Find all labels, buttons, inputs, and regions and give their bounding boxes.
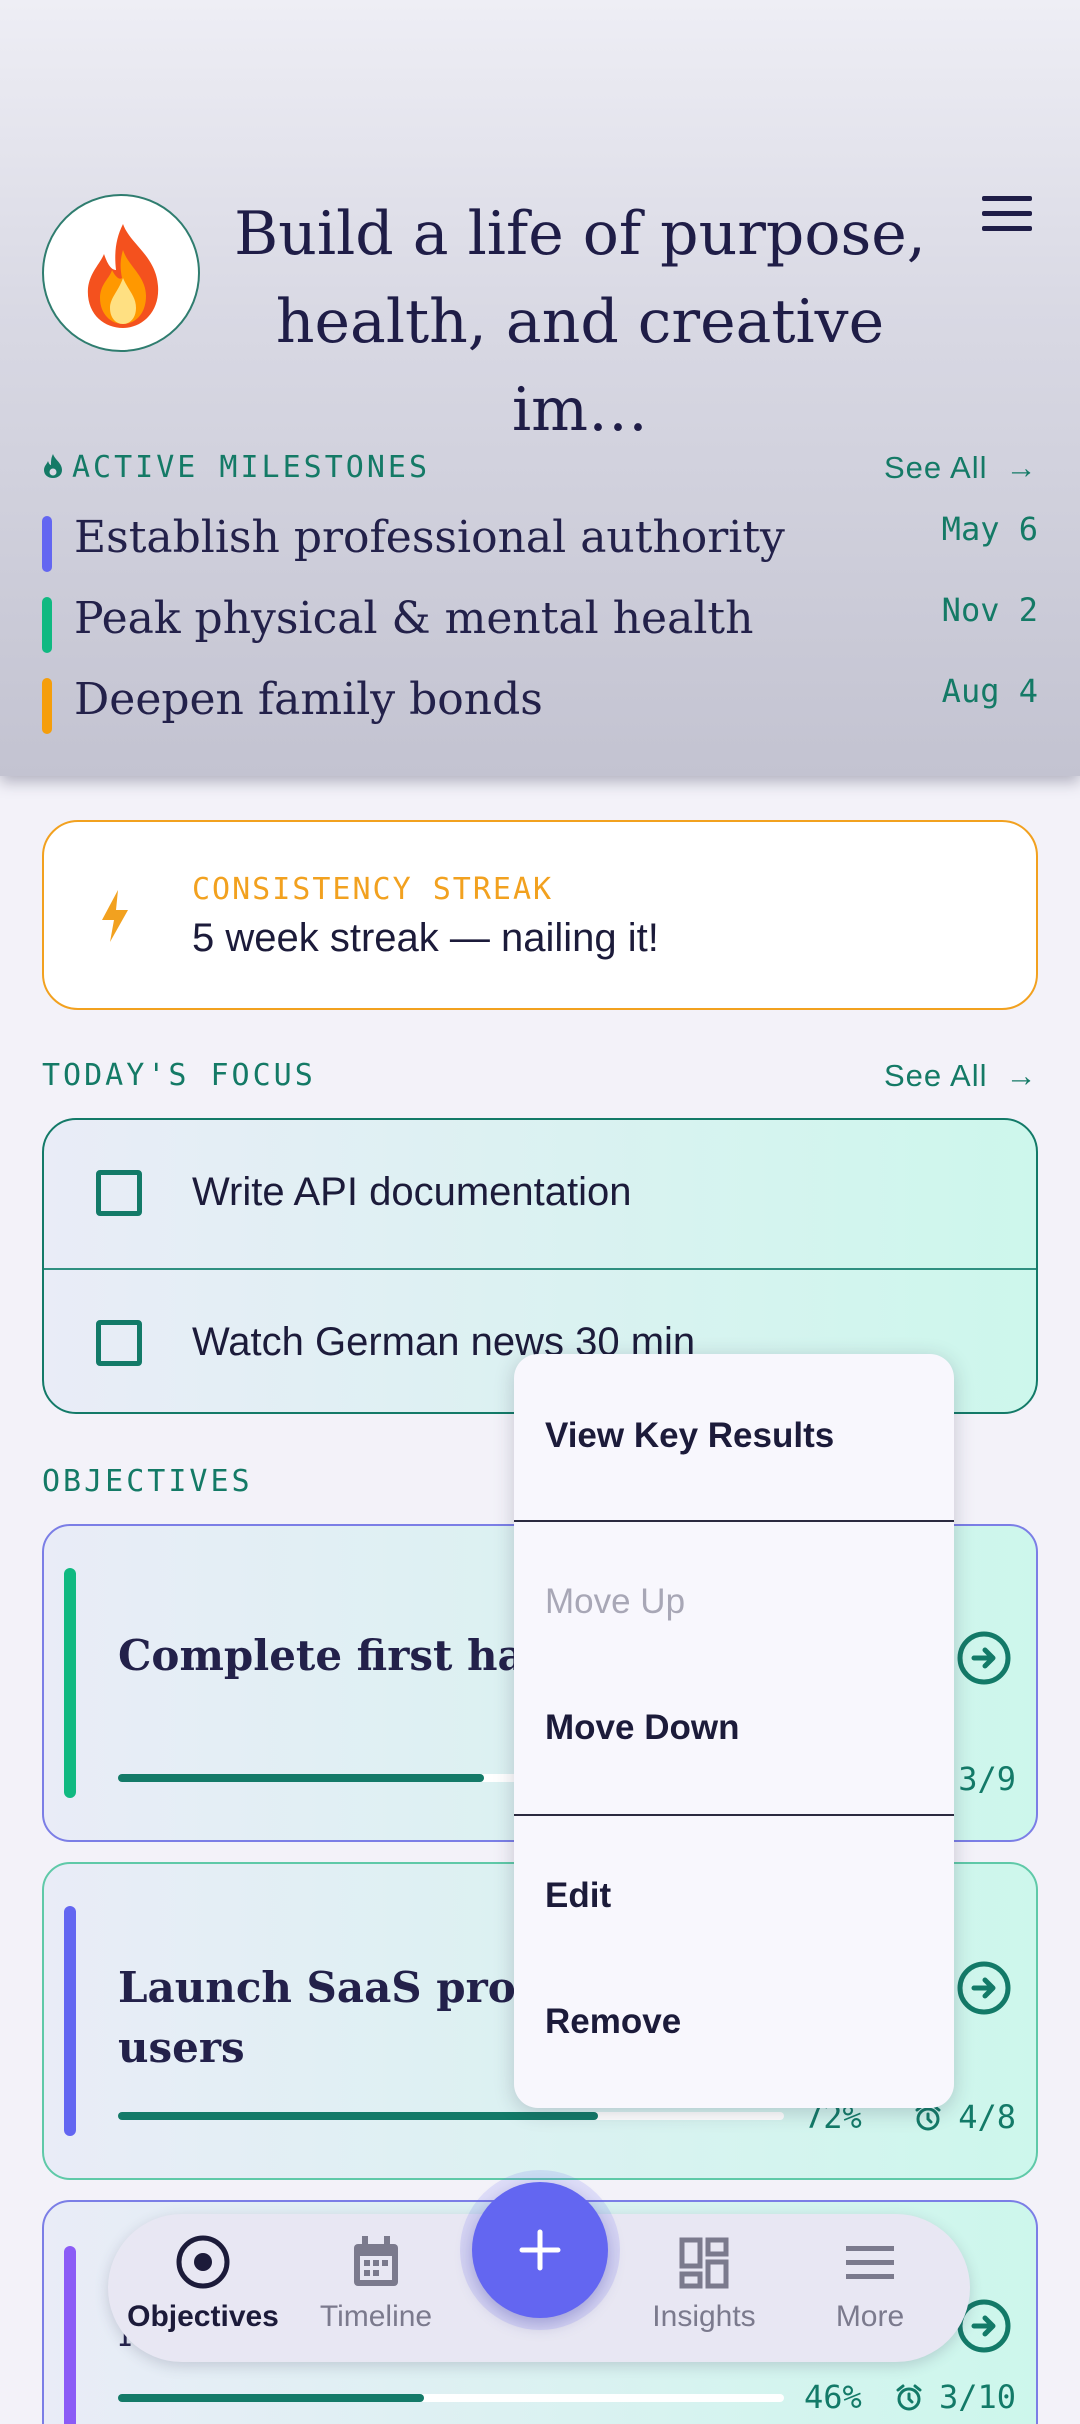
objective-context-menu: View Key Results Move Up Move Down Edit … (514, 1354, 954, 2108)
milestone-date: Aug 4 (941, 672, 1038, 710)
alarm-clock-icon (896, 2384, 922, 2411)
arrow-right-icon: → (1005, 1058, 1038, 1093)
fire-icon (87, 224, 159, 328)
menu-item-edit[interactable]: Edit (545, 1876, 611, 1916)
focus-section-label: TODAY'S FOCUS (42, 1058, 316, 1093)
milestone-color-bar (42, 597, 52, 653)
streak-card: CONSISTENCY STREAK 5 week streak — naili… (42, 820, 1038, 1010)
arrow-circle-right-icon[interactable] (956, 1960, 1012, 2016)
milestone-title: Peak physical & mental health (74, 593, 754, 644)
objective-progress-fill (118, 2394, 425, 2402)
menu-item-move-down[interactable]: Move Down (545, 1708, 739, 1748)
menu-divider (514, 1520, 954, 1522)
target-icon (176, 2235, 230, 2289)
nav-tab-insights[interactable]: Insights (619, 2232, 789, 2334)
task-checkbox[interactable] (96, 1320, 142, 1366)
menu-item-view-key-results[interactable]: View Key Results (545, 1416, 834, 1456)
arrow-circle-right-icon[interactable] (956, 1630, 1012, 1686)
objective-progress-bar (118, 2394, 784, 2402)
menu-item-move-up: Move Up (545, 1582, 686, 1621)
objective-percent: 46% (804, 2378, 862, 2416)
objectives-section-label: OBJECTIVES (42, 1464, 253, 1499)
nav-tab-objectives[interactable]: Objectives (118, 2232, 288, 2334)
dashboard-icon (679, 2237, 729, 2289)
objective-kr-count: 3/9 (958, 1760, 1016, 1798)
task-checkbox[interactable] (96, 1170, 142, 1216)
milestones-see-all-link[interactable]: See All → (884, 450, 1038, 486)
milestone-row[interactable]: Peak physical & mental health Nov 2 (42, 591, 1038, 653)
nav-tab-timeline[interactable]: Timeline (291, 2232, 461, 2334)
streak-label: CONSISTENCY STREAK (192, 872, 554, 907)
milestone-color-bar (42, 516, 52, 572)
milestone-row[interactable]: Deepen family bonds Aug 4 (42, 672, 1038, 734)
objective-kr-count: 3/10 (895, 2378, 1016, 2416)
objective-accent-bar (64, 1906, 76, 2136)
task-row[interactable]: Write API documentation (44, 1120, 1036, 1268)
objective-progress-fill (118, 1774, 485, 1782)
objective-accent-bar (64, 1568, 76, 1798)
plus-icon (519, 2229, 561, 2271)
vision-statement: Build a life of purpose, health, and cre… (234, 199, 926, 445)
add-button[interactable] (472, 2182, 608, 2318)
vision-header: Build a life of purpose, health, and cre… (0, 0, 1080, 776)
milestone-date: Nov 2 (941, 591, 1038, 629)
menu-item-remove[interactable]: Remove (545, 2002, 681, 2042)
alarm-clock-icon (915, 2104, 941, 2131)
objective-progress-bar (118, 2112, 784, 2120)
milestone-title: Establish professional authority (74, 512, 785, 563)
milestone-color-bar (42, 678, 52, 734)
calendar-icon (354, 2236, 398, 2286)
streak-text: 5 week streak — nailing it! (192, 916, 659, 960)
milestone-row[interactable]: Establish professional authority May 6 (42, 510, 1038, 572)
objective-accent-bar (64, 2246, 76, 2424)
task-text: Write API documentation (192, 1170, 632, 1214)
hamburger-menu-icon[interactable] (982, 196, 1032, 236)
nav-tab-more[interactable]: More (785, 2232, 955, 2334)
avatar[interactable] (42, 194, 200, 352)
milestone-date: May 6 (941, 510, 1038, 548)
focus-see-all-link[interactable]: See All → (884, 1058, 1038, 1094)
objective-progress-fill (118, 2112, 598, 2120)
lightning-bolt-icon (102, 890, 128, 942)
more-menu-icon (846, 2246, 894, 2279)
arrow-right-icon: → (1005, 450, 1038, 485)
milestones-section-label: ACTIVE MILESTONES (42, 450, 430, 485)
milestone-title: Deepen family bonds (74, 674, 543, 725)
menu-divider (514, 1814, 954, 1816)
fire-small-icon (44, 454, 62, 478)
